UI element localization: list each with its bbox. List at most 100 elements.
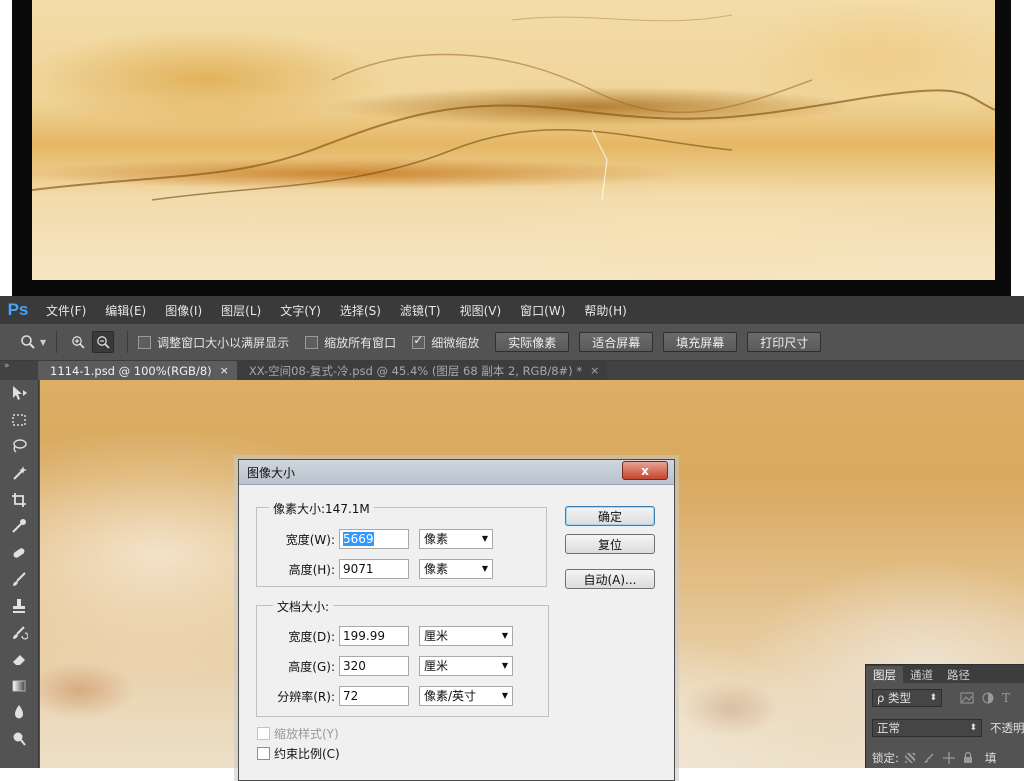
menu-window[interactable]: 窗口(W) bbox=[520, 302, 565, 319]
clone-stamp-icon[interactable] bbox=[0, 593, 38, 620]
unit-value: 厘米 bbox=[424, 629, 449, 643]
doc-height-row: 高度(G): 320 厘米 ▼ bbox=[245, 656, 513, 676]
zoom-in-button[interactable] bbox=[67, 331, 89, 353]
ok-button[interactable]: 确定 bbox=[565, 506, 655, 526]
blend-mode-row: 正常 ⬍ 不透明 bbox=[872, 719, 1024, 737]
unit-value: 像素 bbox=[424, 532, 449, 546]
close-icon[interactable]: × bbox=[220, 364, 229, 377]
pixel-height-unit-select[interactable]: 像素 ▼ bbox=[419, 559, 493, 579]
actual-pixels-button[interactable]: 实际像素 bbox=[495, 332, 570, 352]
resolution-row: 分辨率(R): 72 像素/英寸 ▼ bbox=[245, 686, 513, 706]
close-button[interactable]: x bbox=[622, 461, 668, 480]
tab-label: XX-空间08-复式-冷.psd @ 45.4% (图层 68 副本 2, RG… bbox=[248, 363, 583, 378]
move-tool-icon[interactable] bbox=[0, 380, 38, 407]
menu-view[interactable]: 视图(V) bbox=[460, 302, 502, 319]
tools-panel bbox=[0, 380, 39, 768]
lasso-tool-icon[interactable] bbox=[0, 433, 38, 460]
doc-height-unit-select[interactable]: 厘米 ▼ bbox=[419, 656, 513, 676]
resize-windows-checkbox[interactable]: 调整窗口大小以满屏显示 bbox=[138, 334, 289, 351]
dialog-titlebar[interactable]: 图像大小 x bbox=[239, 460, 674, 485]
pixel-height-row: 高度(H): 9071 像素 ▼ bbox=[245, 559, 493, 579]
unit-value: 像素 bbox=[424, 562, 449, 576]
menu-help[interactable]: 帮助(H) bbox=[584, 302, 626, 319]
doc-width-value: 199.99 bbox=[343, 629, 385, 643]
reset-button[interactable]: 复位 bbox=[565, 534, 655, 554]
resolution-label: 分辨率(R): bbox=[277, 689, 335, 704]
dodge-tool-icon[interactable] bbox=[0, 726, 38, 753]
pixel-width-unit-select[interactable]: 像素 ▼ bbox=[419, 529, 493, 549]
document-tab-active[interactable]: 1114-1.psd @ 100%(RGB/8) × bbox=[38, 361, 237, 380]
divider bbox=[127, 331, 129, 353]
tab-layers[interactable]: 图层 bbox=[866, 666, 903, 683]
collapse-arrows-icon[interactable]: » bbox=[0, 361, 38, 380]
brush-tool-icon[interactable] bbox=[0, 566, 38, 593]
menu-edit[interactable]: 编辑(E) bbox=[105, 302, 146, 319]
crop-tool-icon[interactable] bbox=[0, 486, 38, 513]
menu-select[interactable]: 选择(S) bbox=[340, 302, 381, 319]
menu-filter[interactable]: 滤镜(T) bbox=[400, 302, 441, 319]
scale-styles-checkbox[interactable]: 缩放样式(Y) bbox=[257, 725, 339, 742]
close-icon[interactable]: × bbox=[590, 364, 599, 377]
history-brush-icon[interactable] bbox=[0, 619, 38, 646]
blend-mode-select[interactable]: 正常 ⬍ bbox=[872, 719, 982, 737]
doc-width-label: 宽度(D): bbox=[288, 629, 335, 644]
photoshop-logo: Ps bbox=[7, 300, 29, 319]
eraser-icon[interactable] bbox=[0, 646, 38, 673]
lock-move-icon[interactable] bbox=[942, 752, 955, 764]
chevron-down-icon: ▼ bbox=[40, 337, 47, 347]
pixel-height-input[interactable]: 9071 bbox=[339, 559, 409, 579]
eyedropper-icon[interactable] bbox=[0, 513, 38, 540]
layer-filter-select[interactable]: ρ 类型 ⬍ bbox=[872, 689, 942, 707]
doc-height-label: 高度(G): bbox=[288, 659, 335, 674]
type-filter-icon[interactable]: T bbox=[1002, 691, 1010, 705]
checkbox-label: 缩放所有窗口 bbox=[324, 335, 397, 350]
blur-tool-icon[interactable] bbox=[0, 699, 38, 726]
tab-label: 1114-1.psd @ 100%(RGB/8) bbox=[50, 363, 212, 378]
pixel-width-value: 5669 bbox=[343, 532, 374, 546]
magic-wand-icon[interactable] bbox=[0, 460, 38, 487]
unit-value: 像素/英寸 bbox=[424, 689, 477, 703]
resolution-unit-select[interactable]: 像素/英寸 ▼ bbox=[419, 686, 513, 706]
doc-width-unit-select[interactable]: 厘米 ▼ bbox=[419, 626, 513, 646]
tab-paths[interactable]: 路径 bbox=[940, 666, 977, 683]
layers-panel: 图层 通道 路径 ρ 类型 ⬍ T 正常 ⬍ 不透明 锁定: 填 bbox=[865, 664, 1024, 768]
fit-screen-button[interactable]: 适合屏幕 bbox=[579, 332, 654, 352]
constrain-proportions-checkbox[interactable]: 约束比例(C) bbox=[257, 745, 340, 762]
menu-layer[interactable]: 图层(L) bbox=[221, 302, 261, 319]
menu-file[interactable]: 文件(F) bbox=[46, 302, 86, 319]
zoom-tool-icon bbox=[21, 335, 35, 349]
fill-screen-button[interactable]: 填充屏幕 bbox=[663, 332, 738, 352]
pixel-width-input[interactable]: 5669 bbox=[339, 529, 409, 549]
checkbox-box bbox=[305, 335, 319, 349]
checkbox-box bbox=[138, 335, 152, 349]
zoom-all-windows-checkbox[interactable]: 缩放所有窗口 bbox=[305, 334, 396, 351]
tool-preset-picker[interactable]: ▼ bbox=[20, 334, 46, 350]
zoom-out-button[interactable] bbox=[92, 331, 115, 353]
marquee-tool-icon[interactable] bbox=[0, 407, 38, 434]
resolution-value: 72 bbox=[343, 689, 359, 703]
divider bbox=[56, 331, 58, 353]
menu-type[interactable]: 文字(Y) bbox=[280, 302, 321, 319]
doc-width-input[interactable]: 199.99 bbox=[339, 626, 409, 646]
chevron-updown-icon: ⬍ bbox=[969, 723, 977, 733]
resolution-input[interactable]: 72 bbox=[339, 686, 409, 706]
lock-brush-icon[interactable] bbox=[923, 752, 935, 764]
lock-all-icon[interactable] bbox=[963, 752, 973, 764]
tab-channels[interactable]: 通道 bbox=[903, 666, 940, 683]
image-filter-icon[interactable] bbox=[960, 692, 974, 704]
adjustment-filter-icon[interactable] bbox=[982, 692, 994, 704]
document-size-legend: 文档大小: bbox=[273, 598, 334, 615]
healing-brush-icon[interactable] bbox=[0, 540, 38, 567]
lock-transparent-icon[interactable] bbox=[904, 753, 915, 763]
auto-button[interactable]: 自动(A)... bbox=[565, 569, 655, 589]
document-tab[interactable]: XX-空间08-复式-冷.psd @ 45.4% (图层 68 副本 2, RG… bbox=[236, 361, 608, 380]
print-size-button[interactable]: 打印尺寸 bbox=[747, 332, 822, 352]
pixel-width-label: 宽度(W): bbox=[285, 532, 335, 547]
pixel-height-value: 9071 bbox=[343, 562, 374, 576]
menu-image[interactable]: 图像(I) bbox=[165, 302, 202, 319]
doc-height-input[interactable]: 320 bbox=[339, 656, 409, 676]
gradient-tool-icon[interactable] bbox=[0, 673, 38, 700]
chevron-down-icon: ▼ bbox=[481, 564, 488, 573]
scrubby-zoom-checkbox[interactable]: 细微缩放 bbox=[412, 333, 479, 351]
pixel-width-row: 宽度(W): 5669 像素 ▼ bbox=[245, 529, 493, 549]
